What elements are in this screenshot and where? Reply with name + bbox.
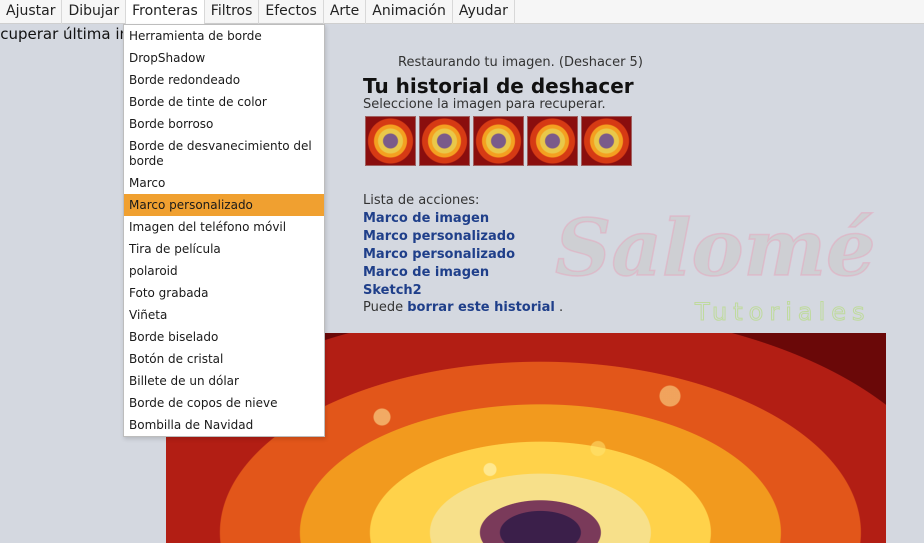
action-item[interactable]: Marco de imagen — [363, 211, 489, 226]
menu-efectos[interactable]: Efectos — [259, 0, 324, 24]
action-item[interactable]: Sketch2 — [363, 283, 422, 298]
dropdown-item-bombilla-navidad[interactable]: Bombilla de Navidad — [124, 414, 324, 436]
fronteras-dropdown: Herramienta de borde DropShadow Borde re… — [123, 24, 325, 437]
history-thumbnail[interactable] — [473, 116, 524, 166]
dropdown-item-boton-de-cristal[interactable]: Botón de cristal — [124, 348, 324, 370]
actions-label: Lista de acciones: — [363, 193, 480, 208]
actions-list: Marco de imagen Marco personalizado Marc… — [363, 210, 538, 300]
menu-animacion[interactable]: Animación — [366, 0, 453, 24]
history-thumbnail[interactable] — [365, 116, 416, 166]
clear-history-prefix: Puede — [363, 300, 404, 315]
history-thumbnail[interactable] — [527, 116, 578, 166]
clear-history-link[interactable]: borrar este historial — [407, 300, 555, 315]
clear-history-line: Puede borrar este historial . — [363, 300, 563, 315]
dropdown-item-tira-de-pelicula[interactable]: Tira de película — [124, 238, 324, 260]
history-subtitle: Seleccione la imagen para recuperar. — [363, 97, 606, 112]
dropdown-item-borde-borroso[interactable]: Borde borroso — [124, 113, 324, 135]
history-title: Tu historial de deshacer — [363, 74, 634, 98]
dropdown-item-borde-tinte-color[interactable]: Borde de tinte de color — [124, 91, 324, 113]
dropdown-item-borde-biselado[interactable]: Borde biselado — [124, 326, 324, 348]
history-thumbnail[interactable] — [419, 116, 470, 166]
action-item[interactable]: Marco de imagen — [363, 265, 489, 280]
salome-tutoriales-watermark: Salomé Tutoriales — [554, 202, 876, 326]
dropdown-item-marco[interactable]: Marco — [124, 172, 324, 194]
action-item[interactable]: Marco personalizado — [363, 247, 515, 262]
dropdown-item-borde-redondeado[interactable]: Borde redondeado — [124, 69, 324, 91]
menu-bar: Ajustar Dibujar Fronteras Filtros Efecto… — [0, 0, 924, 24]
watermark-line2: Tutoriales — [694, 298, 871, 326]
dropdown-item-borde-copos-nieve[interactable]: Borde de copos de nieve — [124, 392, 324, 414]
dropdown-item-foto-grabada[interactable]: Foto grabada — [124, 282, 324, 304]
dropdown-item-billete-un-dolar[interactable]: Billete de un dólar — [124, 370, 324, 392]
action-item[interactable]: Marco personalizado — [363, 229, 515, 244]
dropdown-item-borde-desvanecimiento[interactable]: Borde de desvanecimiento del borde — [124, 135, 324, 172]
recover-last-image-link[interactable]: ecuperar última im — [0, 25, 134, 43]
menu-dibujar[interactable]: Dibujar — [62, 0, 127, 24]
history-thumbnails — [365, 116, 632, 166]
history-thumbnail[interactable] — [581, 116, 632, 166]
dropdown-item-herramienta-de-borde[interactable]: Herramienta de borde — [124, 25, 324, 47]
status-message: Restaurando tu imagen. (Deshacer 5) — [398, 55, 643, 70]
menu-arte[interactable]: Arte — [324, 0, 367, 24]
menu-fronteras[interactable]: Fronteras — [126, 0, 205, 24]
menu-ajustar[interactable]: Ajustar — [0, 0, 63, 24]
dropdown-item-imagen-telefono-movil[interactable]: Imagen del teléfono móvil — [124, 216, 324, 238]
menu-ayudar[interactable]: Ayudar — [453, 0, 515, 24]
watermark-line1: Salomé — [555, 203, 876, 294]
dropdown-item-marco-personalizado[interactable]: Marco personalizado — [124, 194, 324, 216]
dropdown-item-polaroid[interactable]: polaroid — [124, 260, 324, 282]
menu-filtros[interactable]: Filtros — [205, 0, 260, 24]
dropdown-item-vineta[interactable]: Viñeta — [124, 304, 324, 326]
clear-history-suffix: . — [558, 300, 564, 315]
dropdown-item-dropshadow[interactable]: DropShadow — [124, 47, 324, 69]
